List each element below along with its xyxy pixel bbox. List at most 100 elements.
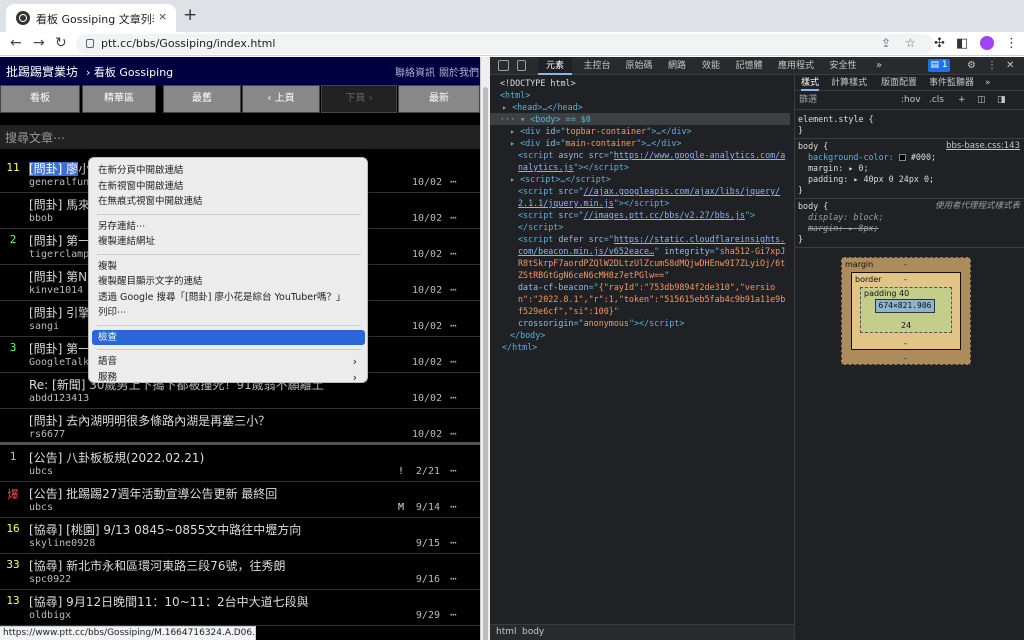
dom-script-bbs[interactable]: <script src="//images.ptt.cc/bbs/v2.27/b… <box>518 209 790 221</box>
ua-margin-decl[interactable]: margin: ▸ 8px; <box>808 223 1024 234</box>
devtools-tab[interactable]: 應用程式 <box>772 57 820 75</box>
ua-display-decl[interactable]: display: block; <box>808 212 1024 223</box>
devtools-tab[interactable]: 安全性 <box>824 57 862 75</box>
crumb-html[interactable]: html <box>496 625 517 640</box>
browser-tab[interactable]: 看板 Gossiping 文章列表 - 批踢… × <box>6 4 176 32</box>
devtools-tab[interactable]: 網路 <box>662 57 692 75</box>
forward-arrow-icon[interactable]: → <box>33 35 45 51</box>
post-more-icon[interactable]: ⋯ <box>450 464 457 477</box>
context-menu-item[interactable]: 透過 Google 搜尋「[問卦] 廖小花是綜台 YouTuber嗎？」 <box>92 290 365 305</box>
nav-board[interactable]: 看板 <box>0 85 80 113</box>
crumb-body[interactable]: body <box>522 625 544 640</box>
new-rule-icon[interactable]: + <box>958 95 966 106</box>
context-menu-item[interactable]: 在無痕式視窗中開啟連結 <box>92 194 365 209</box>
devtools-tab[interactable]: 效能 <box>696 57 726 75</box>
tab-computed[interactable]: 計算樣式 <box>831 75 867 91</box>
extensions-puzzle-icon[interactable]: ✣ <box>934 36 945 52</box>
post-more-icon[interactable]: ⋯ <box>450 391 457 404</box>
context-menu-item[interactable]: 在新分頁中開啟連結 <box>92 163 365 178</box>
nav-prev-page[interactable]: ‹ 上頁 <box>242 85 320 113</box>
devtools-tab[interactable]: 原始碼 <box>620 57 658 75</box>
dom-cf-beacon[interactable]: data-cf-beacon="{"rayId":"753db9894f2de3… <box>518 281 790 317</box>
box-model-padding[interactable]: padding 40 674×821.906 24 <box>860 287 952 333</box>
contact-link[interactable]: 聯絡資訊 <box>395 64 435 79</box>
dom-topbar-div[interactable]: ▸ <div id="topbar-container">…</div> <box>510 125 790 137</box>
scroll-thumb[interactable] <box>483 87 488 640</box>
tab-close-icon[interactable]: × <box>158 10 167 23</box>
tab-layout[interactable]: 版面配置 <box>881 75 917 91</box>
more-tabs-icon[interactable]: » <box>876 59 882 72</box>
post-more-icon[interactable]: ⋯ <box>450 427 457 440</box>
board-breadcrumb[interactable]: › 看板 Gossiping <box>86 64 173 80</box>
context-menu-item[interactable]: 在新視窗中開啟連結 <box>92 179 365 194</box>
context-menu-item[interactable]: 另存連結⋯ <box>92 219 365 234</box>
share-icon[interactable]: ⇪ <box>881 36 891 50</box>
post-more-icon[interactable]: ⋯ <box>450 608 457 621</box>
post-title-link[interactable]: [協尋] 9月12日晚間11：10~11：2台中大道七段與 <box>29 593 449 610</box>
styles-filter-input[interactable]: 篩選 <box>799 95 817 106</box>
box-model-border[interactable]: border - - padding 40 674×821.906 24 <box>851 272 961 350</box>
post-title-link[interactable]: [公告] 八卦板板規(2022.02.21) <box>29 449 449 466</box>
url-text[interactable]: ptt.cc/bbs/Gossiping/index.html <box>101 37 275 50</box>
post-more-icon[interactable]: ⋯ <box>450 175 457 188</box>
post-row[interactable]: 1 [公告] 八卦板板規(2022.02.21) ubcs! 2/21 ⋯ <box>0 446 480 482</box>
body-bg-decl[interactable]: background-color: #000; <box>808 152 1024 163</box>
devtools-tab[interactable]: 記憶體 <box>730 57 768 75</box>
post-row[interactable]: 33 [協尋] 新北市永和區環河東路三段76號，往秀朗 spc0922 9/16 ⋯ <box>0 554 480 590</box>
context-menu-item[interactable]: 複製醒目顯示文字的連結 <box>92 274 365 289</box>
address-bar[interactable]: ptt.cc/bbs/Gossiping/index.html ⇪ ☆ <box>76 34 934 54</box>
context-menu-item[interactable]: 複製 <box>92 259 365 274</box>
context-menu-item[interactable]: 語音 › <box>92 354 365 369</box>
profile-avatar[interactable] <box>980 36 994 50</box>
search-input[interactable]: 搜尋文章⋯ <box>5 129 65 146</box>
dom-crossorigin[interactable]: crossorigin="anonymous"></script> <box>518 317 790 329</box>
post-row[interactable]: 爆 [公告] 批踢踢27週年活動宣導公告更新 最終回 ubcs M 9/14 ⋯ <box>0 482 480 518</box>
context-menu-item[interactable]: 服務 › <box>92 370 365 385</box>
dom-main-div[interactable]: ▸ <div id="main-container">…</div> <box>510 137 790 149</box>
tab-event-listeners[interactable]: 事件監聽器 <box>929 75 974 91</box>
post-row[interactable]: 13 [協尋] 9月12日晚間11：10~11：2台中大道七段與 oldbigx 9/… <box>0 590 480 626</box>
dom-html-close[interactable]: </html> <box>502 341 790 353</box>
context-menu-item[interactable]: 列印⋯ <box>92 305 365 320</box>
device-toolbar-icon[interactable] <box>517 60 526 71</box>
context-menu-item[interactable]: 複製連結網址 <box>92 234 365 249</box>
post-title-link[interactable]: [問卦] 去內湖明明很多條路內湖是再塞三小？ <box>29 412 449 429</box>
post-more-icon[interactable]: ⋯ <box>450 536 457 549</box>
body-margin-decl[interactable]: margin: ▸ 0; <box>808 163 1024 174</box>
dom-body-selected[interactable]: ··· ▾ <body> == $0 <box>490 113 790 125</box>
body-rule-source-link[interactable]: bbs-base.css:143 <box>946 141 1020 152</box>
post-row[interactable]: [問卦] 去內湖明明很多條路內湖是再塞三小？ rs6677 10/02 ⋯ <box>0 409 480 445</box>
issues-badge[interactable]: ▤ 1 <box>928 59 950 72</box>
settings-gear-icon[interactable]: ⚙ <box>967 59 976 72</box>
cls-toggle[interactable]: .cls <box>929 95 944 106</box>
dom-html[interactable]: <html> <box>500 89 790 101</box>
post-more-icon[interactable]: ⋯ <box>450 283 457 296</box>
styles-more-icon[interactable]: » <box>985 75 991 91</box>
nav-oldest[interactable]: 最舊 <box>163 85 241 113</box>
inspect-element-icon[interactable] <box>498 60 509 71</box>
post-more-icon[interactable]: ⋯ <box>450 572 457 585</box>
toggle-element-state-icon[interactable]: ◫ <box>977 95 986 106</box>
side-panel-icon[interactable]: ◧ <box>956 36 968 52</box>
computed-sidebar-icon[interactable]: ◨ <box>997 95 1006 106</box>
post-more-icon[interactable]: ⋯ <box>450 355 457 368</box>
dom-script-cf[interactable]: <script defer src="https://static.cloudf… <box>518 233 790 281</box>
post-more-icon[interactable]: ⋯ <box>450 247 457 260</box>
dom-head[interactable]: ▸ <head>…</head> <box>502 101 790 113</box>
hov-toggle[interactable]: :hov <box>901 95 921 106</box>
dom-script-jquery[interactable]: <script src="//ajax.googleapis.com/ajax/… <box>518 185 790 209</box>
post-title-link[interactable]: [協尋] 新北市永和區環河東路三段76號，往秀朗 <box>29 557 449 574</box>
nav-latest[interactable]: 最新 <box>398 85 480 113</box>
devtools-tab[interactable]: 主控台 <box>578 57 616 75</box>
site-name-link[interactable]: 批踢踢實業坊 <box>6 63 78 80</box>
reload-icon[interactable]: ↻ <box>55 35 67 51</box>
bookmark-star-icon[interactable]: ☆ <box>905 36 916 50</box>
dom-script-ga[interactable]: <script async src="https://www.google-an… <box>518 149 790 173</box>
devtools-close-icon[interactable]: ✕ <box>1006 59 1014 72</box>
nav-digest[interactable]: 精華區 <box>82 85 156 113</box>
dom-doctype[interactable]: <!DOCTYPE html> <box>500 77 790 89</box>
about-link[interactable]: 關於我們 <box>439 64 479 79</box>
body-padding-decl[interactable]: padding: ▸ 40px 0 24px 0; <box>808 174 1024 185</box>
dom-body-close[interactable]: </body> <box>510 329 790 341</box>
devtools-tab[interactable]: 元素 <box>538 57 572 75</box>
